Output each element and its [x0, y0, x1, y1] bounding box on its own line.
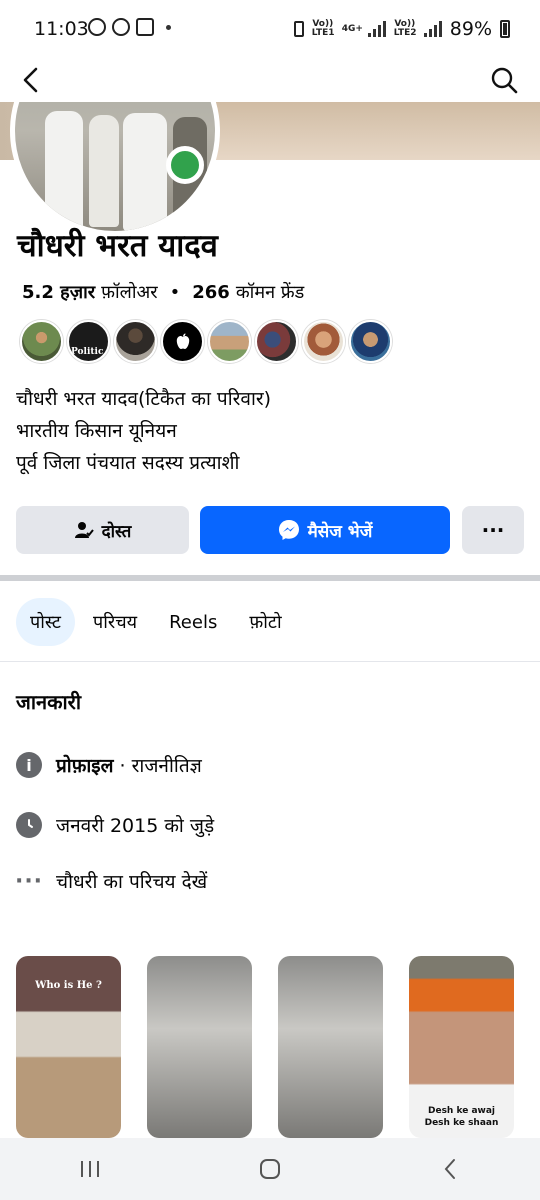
friends-button[interactable]: दोस्त [16, 506, 189, 554]
whatsapp-business-icon [112, 18, 130, 36]
reel-thumbnail[interactable] [147, 956, 252, 1138]
home-icon [260, 1159, 280, 1179]
info-icon: i [16, 752, 42, 778]
search-icon [491, 67, 518, 94]
signal2-icon [423, 21, 442, 37]
mutual-label: कॉमन फ्रेंड [235, 282, 305, 303]
send-message-label: मैसेज भेजें [307, 521, 373, 542]
net1-label: Vo)) LTE1 [311, 19, 335, 38]
signal1-icon [367, 21, 386, 37]
mutual-friend-avatar[interactable]: Politic [67, 320, 110, 363]
chevron-left-icon [444, 1159, 455, 1179]
profile-bio: चौधरी भरत यादव(टिकैत का परिवार) भारतीय क… [16, 383, 271, 479]
mutual-friend-avatar[interactable] [255, 320, 298, 363]
stats-separator: • [169, 281, 181, 303]
reel-caption-line: Desh ke awaj [428, 1106, 495, 1116]
bio-line: पूर्व जिला पंचयात सदस्य प्रत्याशी [16, 452, 240, 474]
recent-apps-button[interactable] [60, 1144, 120, 1194]
back-arrow-icon [23, 67, 38, 93]
more-notifications-dot [166, 24, 171, 30]
tab-photos[interactable]: फ़ोटो [235, 598, 295, 646]
reel-overlay-text: Who is He ? [35, 980, 102, 991]
info-section-title: जानकारी [16, 690, 82, 714]
bio-line: चौधरी भरत यादव(टिकैत का परिवार) [16, 388, 272, 410]
section-divider [0, 575, 540, 581]
more-options-icon: ··· [481, 518, 505, 542]
friends-button-label: दोस्त [101, 521, 132, 542]
send-message-button[interactable]: मैसेज भेजें [200, 506, 450, 554]
followers-label: फ़ॉलोअर [101, 282, 158, 303]
net-type-label: 4G+ [341, 23, 363, 34]
tabs-divider [0, 661, 540, 662]
whatsapp-icon [88, 18, 106, 36]
mutual-friend-avatar[interactable] [208, 320, 251, 363]
info-row-joined: जनवरी 2015 को जुड़े [16, 812, 214, 838]
notification-icons [88, 18, 171, 36]
mutual-friend-avatar[interactable] [114, 320, 157, 363]
info-joined-text: जनवरी 2015 को जुड़े [56, 815, 215, 837]
profile-actions: दोस्त मैसेज भेजें ··· [16, 506, 524, 554]
mutual-friends-row[interactable]: Politic [20, 320, 392, 363]
top-nav [0, 58, 540, 102]
status-time: 11:03 [34, 18, 89, 40]
system-nav-bar [0, 1138, 540, 1200]
net2-label: Vo)) LTE2 [393, 19, 417, 38]
tab-reels[interactable]: Reels [155, 598, 231, 646]
more-options-button[interactable]: ··· [462, 506, 524, 554]
bio-line: भारतीय किसान यूनियन [16, 420, 177, 442]
reel-thumbnail[interactable]: Who is He ? [16, 956, 121, 1138]
reel-thumbnail[interactable] [278, 956, 383, 1138]
search-button[interactable] [482, 58, 526, 102]
battery-saver-icon [293, 21, 304, 37]
reel-thumbnail[interactable]: Desh ke awaj Desh ke shaan [409, 956, 514, 1138]
status-right: Vo)) LTE1 4G+ Vo)) LTE2 89% [293, 18, 510, 40]
info-profile-value: राजनीतिज्ञ [131, 755, 202, 777]
info-row-see-intro[interactable]: ··· चौधरी का परिचय देखें [14, 868, 208, 894]
info-row-profile: i प्रोफ़ाइल · राजनीतिज्ञ [16, 752, 202, 778]
home-button[interactable] [240, 1144, 300, 1194]
battery-percent: 89% [449, 18, 492, 40]
reels-strip: Who is He ? Desh ke awaj Desh ke shaan [16, 956, 540, 1138]
mutual-count: 266 [192, 281, 230, 303]
back-button[interactable] [10, 58, 54, 102]
tab-about[interactable]: परिचय [79, 598, 151, 646]
avatar-figure [123, 113, 167, 231]
gallery-icon [136, 18, 154, 36]
cover-photo-image [210, 102, 540, 160]
mutual-friend-avatar[interactable] [302, 320, 345, 363]
status-bar: 11:03 Vo)) LTE1 4G+ Vo)) LTE2 89% [0, 0, 540, 58]
mutual-friend-avatar[interactable] [349, 320, 392, 363]
profile-name: चौधरी भरत यादव [17, 228, 218, 264]
profile-stats[interactable]: 5.2 हज़ार फ़ॉलोअर • 266 कॉमन फ्रेंड [22, 280, 304, 304]
apple-logo-icon [176, 333, 189, 349]
clock-icon [16, 812, 42, 838]
mutual-friend-avatar[interactable] [161, 320, 204, 363]
messenger-icon [278, 520, 299, 540]
info-profile-sep: · [113, 755, 132, 777]
battery-icon [500, 20, 510, 38]
profile-tabs: पोस्ट परिचय Reels फ़ोटो [16, 598, 296, 646]
recent-apps-icon [81, 1161, 99, 1177]
mutual-friend-avatar[interactable] [20, 320, 63, 363]
avatar-figure [45, 111, 83, 231]
info-profile-label: प्रोफ़ाइल [56, 755, 114, 777]
reel-caption-line: Desh ke shaan [424, 1118, 499, 1128]
more-dots-icon: ··· [14, 868, 44, 894]
system-back-button[interactable] [420, 1144, 480, 1194]
tab-posts[interactable]: पोस्ट [16, 598, 75, 646]
info-see-intro-text: चौधरी का परिचय देखें [56, 871, 208, 893]
mutual-friend-thumb-text: Politic [71, 347, 104, 357]
followers-count: 5.2 हज़ार [22, 282, 96, 303]
info-profile-text: प्रोफ़ाइल · राजनीतिज्ञ [56, 752, 202, 778]
friend-check-icon [74, 522, 94, 538]
online-status-dot [166, 146, 204, 184]
avatar-figure [89, 115, 119, 227]
